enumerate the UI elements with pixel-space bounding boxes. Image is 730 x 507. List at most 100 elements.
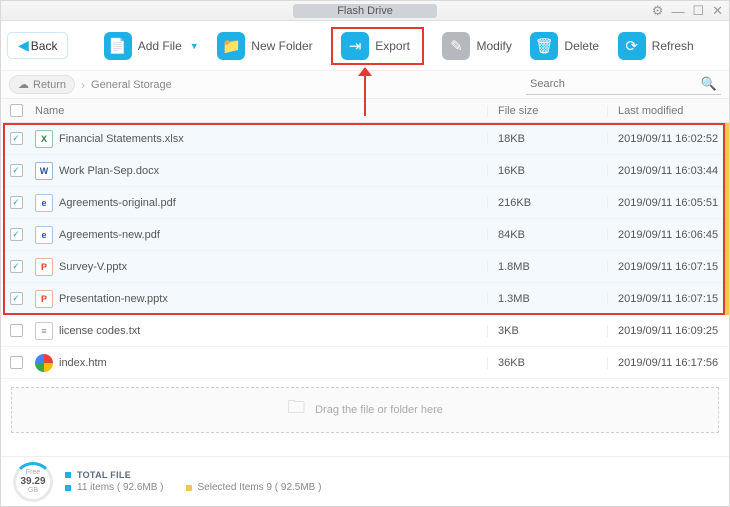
select-all-checkbox[interactable] (10, 104, 23, 117)
refresh-button[interactable]: ⟳ Refresh (618, 32, 694, 60)
file-modified: 2019/09/11 16:06:45 (607, 229, 729, 241)
search-input[interactable] (526, 75, 721, 95)
table-header: Name File size Last modified (1, 99, 729, 123)
file-name: index.htm (59, 357, 107, 369)
export-label: Export (375, 39, 410, 53)
file-name: Agreements-new.pdf (59, 229, 160, 241)
chevron-down-icon[interactable]: ▼ (190, 41, 199, 51)
new-folder-button[interactable]: 📁 New Folder (217, 32, 312, 60)
file-name: Agreements-original.pdf (59, 197, 176, 209)
docx-file-icon: W (35, 162, 53, 180)
htm-file-icon (35, 354, 53, 372)
gear-icon[interactable]: ⚙ (652, 3, 664, 19)
file-size: 18KB (487, 133, 607, 145)
txt-file-icon: ≡ (35, 322, 53, 340)
dropzone[interactable]: 🗀 Drag the file or folder here (11, 387, 719, 433)
breadcrumb[interactable]: General Storage (91, 79, 172, 91)
xlsx-file-icon: X (35, 130, 53, 148)
legend-total-dot (65, 472, 71, 478)
col-name[interactable]: Name (31, 105, 487, 117)
modify-button[interactable]: ✎ Modify (442, 32, 511, 60)
delete-button[interactable]: 🗑 Delete (530, 32, 599, 60)
file-list: ✓ X Financial Statements.xlsx 18KB 2019/09/1… (1, 123, 729, 379)
table-row[interactable]: ✓ P Presentation-new.pptx 1.3MB2019/09/11 1… (1, 283, 729, 315)
row-checkbox[interactable]: ✓ (10, 164, 23, 177)
table-row[interactable]: ≡ license codes.txt 3KB2019/09/11 16:09:25 (1, 315, 729, 347)
new-folder-icon: 📁 (217, 32, 245, 60)
add-file-button[interactable]: 📄 Add File ▼ (104, 32, 199, 60)
dropzone-text: Drag the file or folder here (315, 404, 443, 416)
row-checkbox[interactable]: ✓ (10, 292, 23, 305)
storage-gauge: Free 39.29 GB (13, 462, 53, 502)
return-label: Return (33, 79, 66, 91)
window-title: Flash Drive (293, 4, 437, 18)
back-label: Back (31, 39, 58, 53)
row-checkbox[interactable]: ✓ (10, 196, 23, 209)
minimize-icon[interactable]: — (671, 4, 684, 19)
window-controls: ⚙ — ☐ ✕ (652, 3, 723, 19)
footer: Free 39.29 GB TOTAL FILE 11 items ( 92.6… (1, 456, 729, 506)
titlebar: Flash Drive ⚙ — ☐ ✕ (1, 1, 729, 21)
export-button[interactable]: ⇥ Export (331, 27, 424, 65)
close-icon[interactable]: ✕ (712, 3, 723, 19)
file-size: 16KB (487, 165, 607, 177)
file-name: Presentation-new.pptx (59, 293, 168, 305)
row-checkbox[interactable] (10, 356, 23, 369)
nav-row: ☁ Return › General Storage 🔍 (1, 71, 729, 99)
table-row[interactable]: index.htm 36KB2019/09/11 16:17:56 (1, 347, 729, 379)
maximize-icon[interactable]: ☐ (692, 3, 704, 19)
add-file-label: Add File (138, 39, 182, 53)
total-file-label: TOTAL FILE (77, 470, 131, 480)
file-name: license codes.txt (59, 325, 140, 337)
gauge-value: 39.29 (20, 476, 45, 487)
legend-items-dot (65, 485, 71, 491)
file-size: 216KB (487, 197, 607, 209)
row-checkbox[interactable]: ✓ (10, 260, 23, 273)
export-icon: ⇥ (341, 32, 369, 60)
search-wrap: 🔍 (526, 75, 721, 95)
table-row[interactable]: ✓PSurvey-V.pptx1.8MB2019/09/11 16:07:15 (1, 251, 729, 283)
file-size: 3KB (487, 325, 607, 337)
return-button[interactable]: ☁ Return (9, 75, 75, 94)
breadcrumb-sep: › (81, 78, 85, 92)
file-modified: 2019/09/11 16:05:51 (607, 197, 729, 209)
row-checkbox[interactable]: ✓ (10, 132, 23, 145)
selected-items-text: Selected Items 9 ( 92.5MB ) (198, 482, 322, 493)
row-checkbox[interactable]: ✓ (10, 228, 23, 241)
legend-selected-dot (186, 485, 192, 491)
file-size: 36KB (487, 357, 607, 369)
col-size[interactable]: File size (487, 105, 607, 117)
pptx-file-icon: P (35, 290, 53, 308)
gauge-free-label: Free (26, 469, 40, 476)
return-icon: ☁ (18, 78, 29, 91)
table-row[interactable]: ✓eAgreements-new.pdf84KB2019/09/11 16:06… (1, 219, 729, 251)
search-icon[interactable]: 🔍 (701, 76, 717, 92)
delete-icon: 🗑 (530, 32, 558, 60)
file-size: 1.8MB (487, 261, 607, 273)
file-name: Survey-V.pptx (59, 261, 127, 273)
file-name: Work Plan-Sep.docx (59, 165, 159, 177)
table-row[interactable]: ✓ W Work Plan-Sep.docx 16KB2019/09/11 16:03… (1, 155, 729, 187)
folder-open-icon: 🗀 (287, 395, 305, 425)
col-modified[interactable]: Last modified (607, 105, 729, 117)
file-modified: 2019/09/11 16:07:15 (607, 293, 729, 305)
scroll-indicator (725, 123, 729, 315)
gauge-unit: GB (28, 487, 38, 494)
refresh-label: Refresh (652, 39, 694, 53)
back-button[interactable]: ◀ Back (7, 32, 68, 59)
total-items-text: 11 items ( 92.6MB ) (77, 482, 164, 493)
file-modified: 2019/09/11 16:09:25 (607, 325, 729, 337)
modify-label: Modify (476, 39, 511, 53)
refresh-icon: ⟳ (618, 32, 646, 60)
file-size: 84KB (487, 229, 607, 241)
file-modified: 2019/09/11 16:17:56 (607, 357, 729, 369)
new-folder-label: New Folder (251, 39, 312, 53)
row-checkbox[interactable] (10, 324, 23, 337)
back-arrow-icon: ◀ (18, 37, 29, 54)
file-modified: 2019/09/11 16:03:44 (607, 165, 729, 177)
pdf-file-icon: e (35, 194, 53, 212)
file-size: 1.3MB (487, 293, 607, 305)
table-row[interactable]: ✓ e Agreements-original.pdf 216KB2019/09/11… (1, 187, 729, 219)
table-row[interactable]: ✓XFinancial Statements.xlsx18KB2019/09/1… (1, 123, 729, 155)
file-name: Financial Statements.xlsx (59, 133, 184, 145)
